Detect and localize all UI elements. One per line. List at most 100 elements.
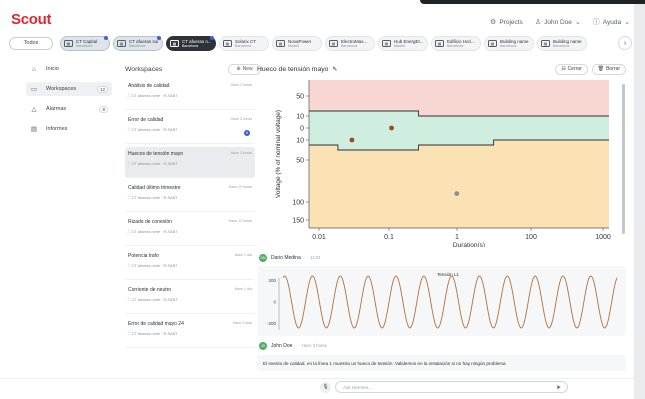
- trash-icon: 🗑︎: [597, 66, 605, 72]
- close-button[interactable]: ⊟ Cerrar: [555, 63, 588, 75]
- building-icon: ▦: [329, 39, 338, 47]
- site-chip[interactable]: ▦ Building name Barcelona: [484, 35, 534, 51]
- microphone-icon[interactable]: 🎙︎: [320, 381, 331, 393]
- nav-item-inicio[interactable]: ⌂ Inicio: [26, 62, 112, 76]
- site-city: Barcelona: [182, 43, 199, 48]
- site-selector-bar: Todos ▦ CT Capital Barcelona ▦ CT afueras su…: [9, 33, 634, 53]
- workspace-time: Hace 1 día: [234, 253, 252, 257]
- voltage-chart-card: 50 10 0 10 50 100 150 0.01 0.1 1 100 1000 Duration(s…: [257, 78, 626, 249]
- waveform-chart: Tensión L1 200 0 -200: [267, 272, 618, 330]
- delete-button[interactable]: 🗑︎ Borrar: [591, 63, 626, 75]
- workspace-name: Potencia trafo: [128, 253, 159, 259]
- unread-badge: 6: [244, 130, 250, 136]
- workspace-item[interactable]: Calidad último trimestre ⛶ CT afueras nor…: [125, 181, 255, 212]
- workspace-location-text: CT afueras norte · R-SABT: [131, 128, 178, 132]
- plus-icon: ⊕: [236, 66, 241, 72]
- gear-icon: ⚙: [490, 19, 497, 26]
- site-chip-text: Building name Barcelona: [500, 39, 529, 48]
- building-icon: ▦: [170, 39, 179, 47]
- workspace-location: ⛶ CT afueras norte · R-SABT: [128, 332, 252, 336]
- chat-input[interactable]: Ask Hermes... ➤: [335, 381, 568, 393]
- nav-item-informes[interactable]: ▤ Informes: [26, 122, 112, 136]
- scout-logo[interactable]: Scout: [11, 11, 51, 28]
- site-alert-dot: [104, 35, 108, 40]
- main-scrollbar[interactable]: [622, 84, 625, 234]
- site-chip[interactable]: ▦ CT Capital Barcelona: [60, 35, 110, 51]
- x-tick-label: 0.01: [312, 234, 326, 241]
- app-frame: Scout ⚙ Projects ♙ John Doe ⌄ ⓘ Ayuda ⌄ Todos…: [0, 0, 645, 399]
- site-chip[interactable]: ▦ ElectroMax... Barcelona: [325, 35, 375, 51]
- workspace-location-text: CT afueras norte · R-SABT: [131, 230, 178, 234]
- workspace-location: ⛶ CT afueras norte · R-SABT: [128, 298, 252, 302]
- projects-button[interactable]: ⚙ Projects: [490, 18, 523, 27]
- nav-item-alarmas[interactable]: △ Alarmas 8: [26, 102, 112, 116]
- user-menu[interactable]: ♙ John Doe ⌄: [535, 18, 581, 27]
- help-menu[interactable]: ⓘ Ayuda ⌄: [593, 17, 630, 27]
- workspace-time: Hace 3 días: [232, 321, 252, 325]
- next-sites-button[interactable]: ›: [618, 36, 632, 50]
- site-chip-text: Hub EnergEt... Madrid: [394, 39, 424, 48]
- message-body: El evento de calidad, en la línea 1 mues…: [257, 355, 626, 371]
- workspace-item[interactable]: Corriente de neutro ⛶ CT afueras norte · …: [125, 283, 255, 314]
- workspace-location: ⛶ CT afueras norte · R-SABT: [128, 162, 252, 166]
- site-city: Madrid: [288, 43, 299, 48]
- site-chip[interactable]: ▦ CT afueras sur Barcelona: [113, 35, 163, 51]
- send-icon[interactable]: ➤: [556, 384, 561, 391]
- workspace-time: Hace 3 horas: [230, 151, 252, 155]
- message-author: John Doe: [271, 342, 293, 349]
- workspace-name: Corriente de neutro: [128, 287, 172, 293]
- waveform-title: Tensión L1: [437, 272, 459, 277]
- y-tick-label: 10: [296, 114, 304, 121]
- site-chip-text: CT Capital Barcelona: [76, 39, 97, 48]
- help-icon: ⓘ: [592, 19, 600, 26]
- workspace-item[interactable]: Análisis de calidad ⛶ CT afueras norte · …: [125, 79, 255, 110]
- x-tick-label: 100: [525, 234, 537, 241]
- workspace-items: Análisis de calidad ⛶ CT afueras norte · …: [125, 79, 255, 348]
- workspace-location-text: CT afueras norte · R-SABT: [131, 94, 178, 98]
- delete-label: Borrar: [606, 66, 620, 72]
- chevron-down-icon: ⌄: [574, 19, 581, 26]
- todos-button[interactable]: Todos: [9, 36, 53, 50]
- y-tick-label: 150: [292, 218, 304, 225]
- home-icon: ⌂: [32, 65, 36, 73]
- help-label: Ayuda: [602, 18, 622, 26]
- new-label: New: [242, 66, 253, 72]
- site-chip[interactable]: ▦ Edificio Hori... Barcelona: [431, 35, 481, 51]
- workspace-item[interactable]: Error de calidad mayo 24 ⛶ CT afueras nor…: [125, 317, 255, 348]
- workspace-title-text: Hueco de tensión mayo: [257, 65, 329, 73]
- workspace-location-text: CT afueras norte · R-SABT: [131, 298, 178, 302]
- composer: 🎙︎ Ask Hermes... ➤: [320, 381, 568, 393]
- workspace-location-text: CT afueras norte · R-SABT: [131, 332, 178, 336]
- building-icon: ▦: [64, 39, 73, 47]
- site-alert-dot: [157, 35, 161, 40]
- site-chip[interactable]: ▦ Solarix CT Barcelona: [219, 35, 269, 51]
- workspace-item[interactable]: Potencia trafo ⛶ CT afueras norte · R-SAB…: [125, 249, 255, 280]
- site-chip[interactable]: ▦ Hub EnergEt... Madrid: [378, 35, 428, 51]
- workspace-item[interactable]: Rizado de conexión ⛶ CT afueras norte · R…: [125, 215, 255, 246]
- site-chip-text: CT afueras n... Barcelona: [182, 39, 212, 48]
- site-chip[interactable]: ▦ CT afueras n... Barcelona: [166, 35, 216, 51]
- workspace-time: Hace 12 horas: [228, 219, 252, 223]
- workspace-list-header: Workspaces ⊕ New: [125, 62, 261, 76]
- workspace-location: ⛶ CT afueras norte · R-SABT: [128, 94, 252, 98]
- workspace-time: Hace 1 día: [234, 287, 252, 291]
- workspace-item[interactable]: Error de calidad ⛶ CT afueras norte · R-S…: [125, 113, 255, 144]
- site-chip[interactable]: ▦ NovaPower Madrid: [272, 35, 322, 51]
- site-chip-text: ElectroMax... Barcelona: [341, 39, 367, 48]
- nav-count-badge: 12: [96, 85, 108, 93]
- nav-item-workspaces[interactable]: ▭ Workspaces 12: [26, 82, 112, 96]
- site-chip[interactable]: ▦ Building name Barcelona: [537, 35, 587, 51]
- edit-icon[interactable]: ✎: [332, 66, 337, 73]
- x-tick-label: 0.1: [384, 234, 394, 241]
- user-label: John Doe: [544, 18, 572, 26]
- left-nav: ⌂ Inicio ▭ Workspaces 12 △ Alarmas 8 ▤ Informes: [26, 62, 112, 142]
- waveform-card: Tensión L1 200 0 -200: [257, 266, 626, 336]
- nav-count-badge: 8: [99, 105, 108, 113]
- nav-label: Alarmas: [46, 106, 67, 112]
- main-header: Hueco de tensión mayo ✎ ⊟ Cerrar 🗑︎ Borrar: [257, 62, 626, 76]
- nav-label: Informes: [46, 126, 68, 132]
- workspace-item[interactable]: Huecos de tensión mayo ⛶ CT afueras norte…: [125, 147, 255, 178]
- projects-label: Projects: [499, 18, 523, 26]
- building-icon: ▦: [223, 39, 232, 47]
- site-city: Barcelona: [235, 43, 252, 48]
